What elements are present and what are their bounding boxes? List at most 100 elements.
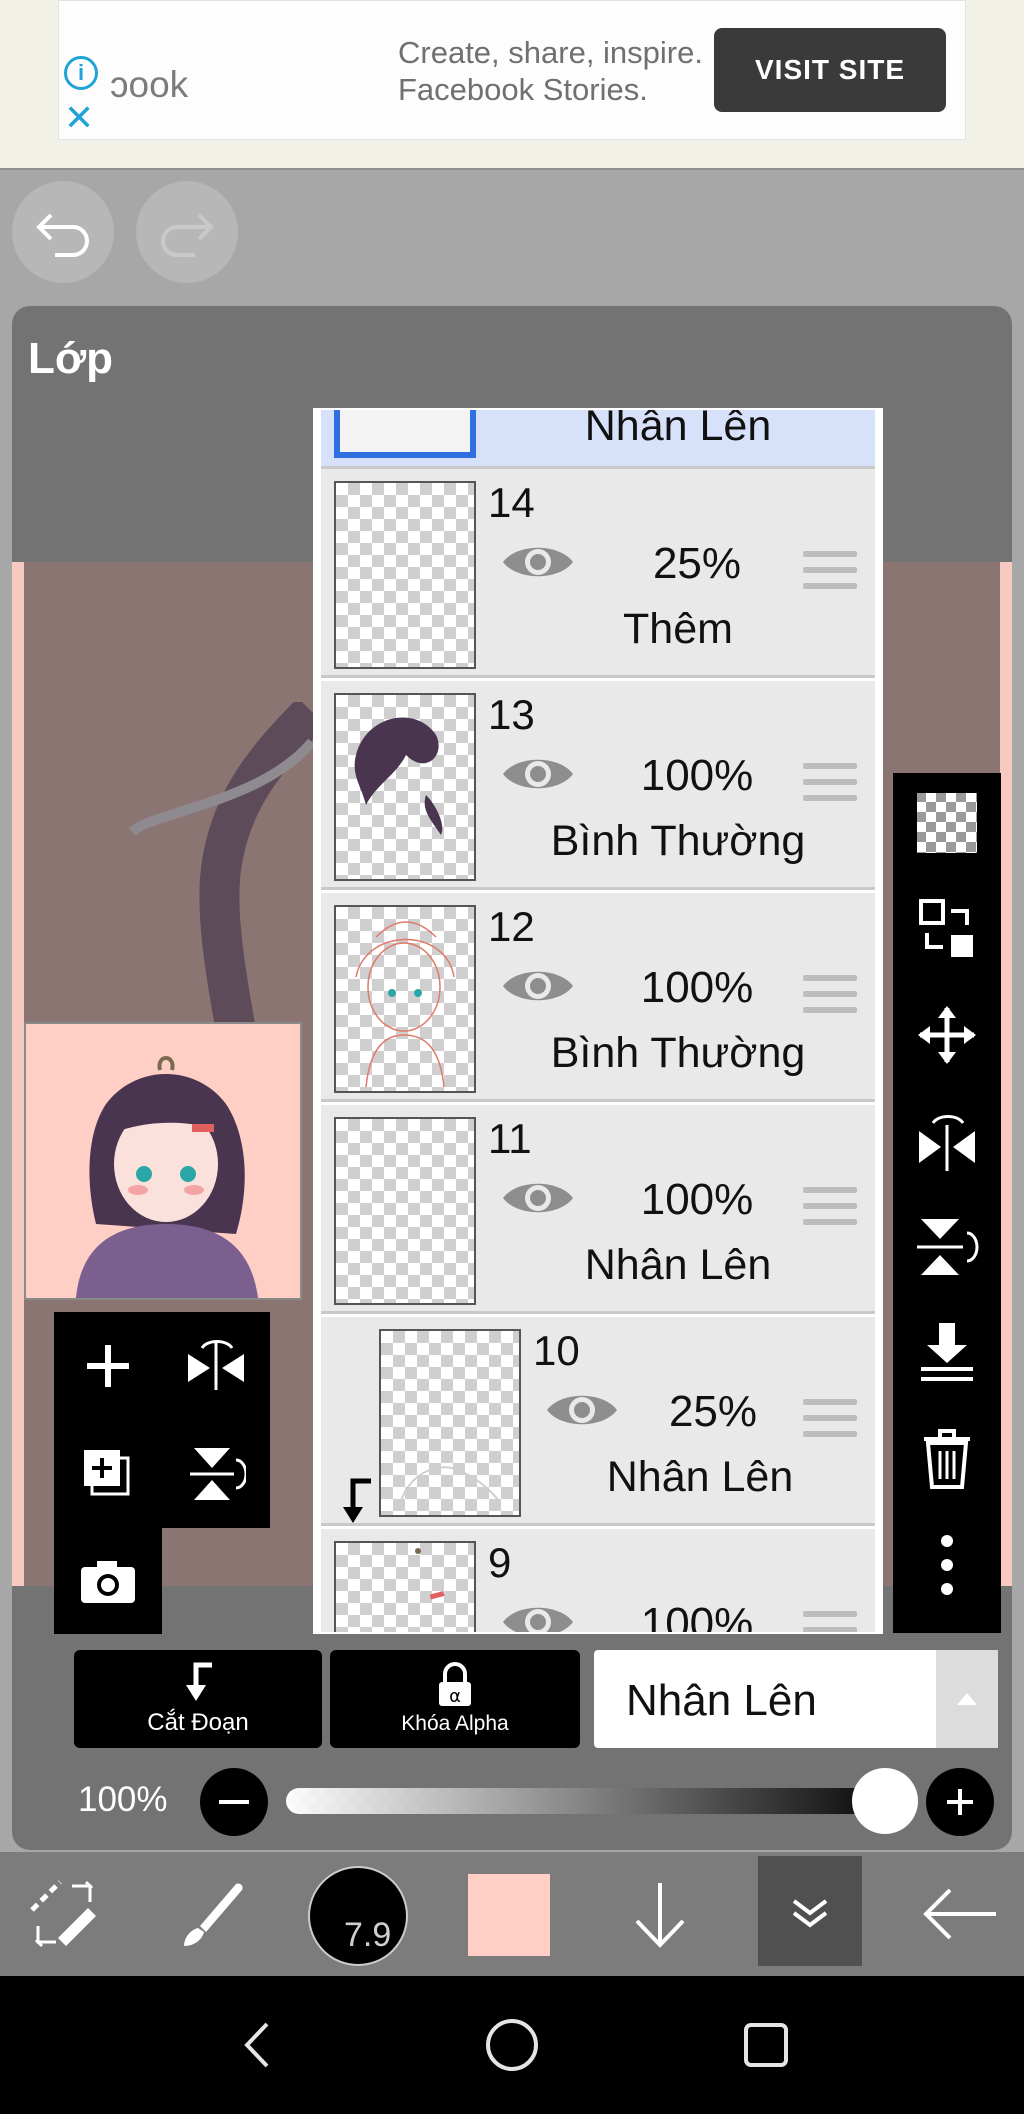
layer-row-selected[interactable]: Nhân Lên xyxy=(321,410,875,469)
layer-opacity: 100% xyxy=(640,751,754,800)
ad-line-2: Facebook Stories. xyxy=(398,72,648,107)
clipping-button[interactable]: Cắt Đoạn xyxy=(74,1650,322,1748)
camera-icon xyxy=(81,1561,135,1603)
eye-icon[interactable] xyxy=(501,1599,575,1634)
layer-transfer-button[interactable] xyxy=(893,879,1001,979)
layer-thumbnail xyxy=(334,1117,476,1305)
blend-mode-select[interactable]: Nhân Lên xyxy=(594,1650,998,1748)
brush-tool-button[interactable] xyxy=(160,1852,260,1976)
left-tool-panel-extension xyxy=(54,1528,162,1634)
ad-text: Create, share, inspire. Facebook Stories… xyxy=(398,34,703,108)
nav-recents-button[interactable] xyxy=(706,1976,826,2114)
layer-transfer-icon xyxy=(919,899,973,957)
trash-icon xyxy=(924,1429,970,1489)
drag-handle-icon[interactable] xyxy=(803,763,857,807)
flip-horizontal-icon xyxy=(188,1339,244,1390)
layer-thumbnail xyxy=(334,693,476,881)
add-layer-button[interactable] xyxy=(54,1312,162,1420)
move-icon xyxy=(918,1006,976,1064)
eye-icon[interactable] xyxy=(545,1387,619,1433)
eye-icon[interactable] xyxy=(501,1175,575,1221)
alpha-lock-button[interactable]: α Khóa Alpha xyxy=(330,1650,580,1748)
left-tool-panel xyxy=(54,1312,270,1528)
nav-back-button[interactable] xyxy=(196,1976,316,2114)
nav-home-button[interactable] xyxy=(452,1976,572,2114)
opacity-increase-button[interactable] xyxy=(926,1768,994,1836)
eye-icon[interactable] xyxy=(501,751,575,797)
flip-layer-vertical-button[interactable] xyxy=(893,1197,1001,1297)
delete-layer-button[interactable] xyxy=(893,1409,1001,1509)
layer-menu-button[interactable] xyxy=(758,1856,862,1966)
color-swatch[interactable] xyxy=(468,1874,550,1956)
flip-horizontal-button[interactable] xyxy=(162,1312,270,1420)
flip-vertical-button[interactable] xyxy=(162,1420,270,1528)
canvas-thumbnail[interactable] xyxy=(24,1022,302,1300)
drag-handle-icon[interactable] xyxy=(803,1399,857,1443)
opacity-label: 100% xyxy=(78,1780,168,1819)
transform-icon xyxy=(30,1880,96,1948)
drag-handle-icon[interactable] xyxy=(803,1611,857,1632)
layer-opacity: 25% xyxy=(668,1387,758,1436)
layer-number: 13 xyxy=(488,691,535,738)
layer-blend-mode: Nhân Lên xyxy=(606,1453,794,1501)
eye-icon[interactable] xyxy=(501,539,575,585)
clipping-label: Cắt Đoạn xyxy=(147,1709,249,1736)
download-button[interactable] xyxy=(610,1852,710,1976)
flip-layer-horizontal-button[interactable] xyxy=(893,1091,1001,1191)
duplicate-layer-button[interactable] xyxy=(54,1420,162,1528)
transparency-button[interactable] xyxy=(893,773,1001,873)
undo-button[interactable] xyxy=(12,181,114,283)
add-layer-icon xyxy=(84,1450,130,1496)
layer-thumbnail xyxy=(334,481,476,669)
recents-icon xyxy=(744,2023,788,2067)
layer-row[interactable]: 9 100% xyxy=(321,1529,875,1634)
arrow-down-icon xyxy=(635,1883,685,1948)
layer-row[interactable]: 11 100% Nhân Lên xyxy=(321,1105,875,1314)
move-layer-button[interactable] xyxy=(893,985,1001,1085)
layer-opacity: 100% xyxy=(640,1175,754,1224)
drag-handle-icon[interactable] xyxy=(803,1187,857,1231)
info-icon[interactable]: i xyxy=(64,56,98,90)
drag-handle-icon[interactable] xyxy=(803,551,857,595)
ad-line-1: Create, share, inspire. xyxy=(398,35,703,70)
opacity-slider-thumb[interactable] xyxy=(852,1768,918,1834)
layer-blend-mode: Nhân Lên xyxy=(584,1241,772,1289)
layer-row[interactable]: 13 100% Bình Thường xyxy=(321,681,875,890)
right-tool-panel xyxy=(893,773,1001,1633)
layer-list[interactable]: Nhân Lên 14 25% Thêm 13 100% Bình Thường… xyxy=(313,408,883,1634)
ad-banner: i ✕ ɔook Create, share, inspire. Faceboo… xyxy=(0,0,1024,170)
back-arrow-button[interactable] xyxy=(910,1852,1010,1976)
layer-row[interactable]: 14 25% Thêm xyxy=(321,469,875,678)
more-options-button[interactable] xyxy=(893,1515,1001,1615)
layer-number: 11 xyxy=(488,1115,532,1162)
panel-title: Lớp xyxy=(28,334,114,383)
canvas-edge-right xyxy=(1000,562,1012,1586)
redo-button[interactable] xyxy=(136,181,238,283)
drag-handle-icon[interactable] xyxy=(803,975,857,1019)
opacity-slider[interactable] xyxy=(286,1788,906,1814)
layer-blend-mode: Thêm xyxy=(623,605,733,653)
layer-opacity: 100% xyxy=(640,963,754,1012)
layer-number: 9 xyxy=(488,1539,512,1586)
camera-button[interactable] xyxy=(54,1528,162,1634)
layer-row-clipped[interactable]: 10 25% Nhân Lên xyxy=(321,1317,875,1526)
home-icon xyxy=(486,2019,538,2071)
ad-brand: ɔook xyxy=(110,64,189,105)
transform-tool-button[interactable] xyxy=(14,1852,114,1976)
close-icon[interactable]: ✕ xyxy=(64,100,94,136)
merge-down-button[interactable] xyxy=(893,1303,1001,1403)
flip-v-icon xyxy=(917,1219,979,1275)
layer-opacity: 100% xyxy=(640,1599,754,1634)
artwork-preview xyxy=(76,1056,258,1298)
eye-icon[interactable] xyxy=(501,963,575,1009)
visit-site-button[interactable]: VISIT SITE xyxy=(714,28,946,112)
opacity-decrease-button[interactable] xyxy=(200,1768,268,1836)
plus-icon xyxy=(947,1789,973,1815)
dropdown-arrow-icon[interactable] xyxy=(936,1650,998,1748)
brush-size-button[interactable]: 7.9 xyxy=(308,1866,408,1966)
layer-opacity: 25% xyxy=(652,539,742,588)
flip-h-icon xyxy=(919,1114,975,1171)
brush-size-value: 7.9 xyxy=(344,1916,392,1954)
layer-blend-mode: Nhân Lên xyxy=(584,408,772,450)
layer-row[interactable]: 12 100% Bình Thường xyxy=(321,893,875,1102)
